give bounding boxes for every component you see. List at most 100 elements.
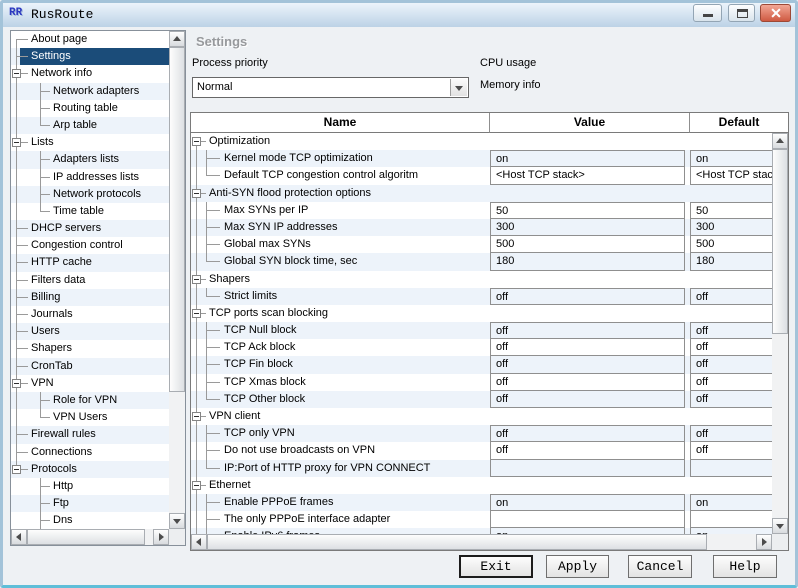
value-cell[interactable]: off bbox=[490, 322, 685, 339]
table-row[interactable]: Ethernet bbox=[191, 477, 788, 494]
column-header-name[interactable]: Name bbox=[191, 113, 490, 133]
tree-item[interactable]: VPN Users bbox=[11, 409, 169, 426]
tree-item[interactable]: IP addresses lists bbox=[11, 169, 169, 186]
table-row[interactable]: Max SYN IP addresses300300 bbox=[191, 219, 788, 236]
help-button[interactable]: Help bbox=[713, 555, 777, 578]
tree-item[interactable]: Connections bbox=[11, 444, 169, 461]
scroll-left-button[interactable] bbox=[191, 534, 207, 550]
tree-item[interactable]: Time table bbox=[11, 203, 169, 220]
tree-item[interactable]: Users bbox=[11, 323, 169, 340]
value-cell[interactable]: off bbox=[490, 442, 685, 459]
value-cell[interactable]: 300 bbox=[490, 219, 685, 236]
value-cell[interactable]: <Host TCP stack> bbox=[490, 167, 685, 184]
minimize-button[interactable] bbox=[693, 4, 722, 22]
table-row[interactable]: Shapers bbox=[191, 271, 788, 288]
table-row[interactable]: Global SYN block time, sec180180 bbox=[191, 253, 788, 270]
value-cell[interactable]: off bbox=[490, 288, 685, 305]
tree-item[interactable]: Shapers bbox=[11, 340, 169, 357]
table-row[interactable]: Do not use broadcasts on VPNoffoff bbox=[191, 442, 788, 459]
table-horizontal-scrollbar[interactable] bbox=[191, 534, 772, 550]
tree-item[interactable]: Http bbox=[11, 478, 169, 495]
tree-vertical-scrollbar[interactable] bbox=[169, 31, 185, 529]
scroll-right-button[interactable] bbox=[756, 534, 772, 550]
expand-minus-icon[interactable] bbox=[192, 481, 201, 490]
value-cell[interactable]: off bbox=[490, 356, 685, 373]
table-row[interactable]: TCP Ack blockoffoff bbox=[191, 339, 788, 356]
tree-item[interactable]: CronTab bbox=[11, 358, 169, 375]
value-cell[interactable]: off bbox=[490, 425, 685, 442]
tree-item[interactable]: Dns bbox=[11, 512, 169, 529]
table-row[interactable]: TCP Other blockoffoff bbox=[191, 391, 788, 408]
tree-item[interactable]: Network info bbox=[11, 65, 169, 82]
tree-item[interactable]: Role for VPN bbox=[11, 392, 169, 409]
tree-horizontal-scrollbar[interactable] bbox=[11, 529, 169, 545]
table-row[interactable]: TCP Null blockoffoff bbox=[191, 322, 788, 339]
scroll-down-button[interactable] bbox=[772, 518, 788, 534]
expand-minus-icon[interactable] bbox=[192, 189, 201, 198]
table-row[interactable]: Anti-SYN flood protection options bbox=[191, 185, 788, 202]
tree-item[interactable]: Congestion control bbox=[11, 237, 169, 254]
table-row[interactable]: TCP only VPNoffoff bbox=[191, 425, 788, 442]
tree-item[interactable]: DHCP servers bbox=[11, 220, 169, 237]
table-row[interactable]: TCP Xmas blockoffoff bbox=[191, 374, 788, 391]
value-cell[interactable] bbox=[490, 511, 685, 528]
table-row[interactable]: Global max SYNs500500 bbox=[191, 236, 788, 253]
table-row[interactable]: Kernel mode TCP optimizationonon bbox=[191, 150, 788, 167]
scroll-up-button[interactable] bbox=[772, 133, 788, 149]
value-cell[interactable]: off bbox=[490, 339, 685, 356]
table-row[interactable]: Enable PPPoE framesonon bbox=[191, 494, 788, 511]
tree-item[interactable]: Routing table bbox=[11, 100, 169, 117]
tree-item[interactable]: Network adapters bbox=[11, 83, 169, 100]
tree-item[interactable]: HTTP cache bbox=[11, 254, 169, 271]
table-row[interactable]: TCP Fin blockoffoff bbox=[191, 356, 788, 373]
expand-minus-icon[interactable] bbox=[192, 309, 201, 318]
table-row[interactable]: The only PPPoE interface adapter bbox=[191, 511, 788, 528]
tree-item[interactable]: Filters data bbox=[11, 272, 169, 289]
exit-button[interactable]: Exit bbox=[459, 555, 533, 578]
table-row[interactable]: Max SYNs per IP5050 bbox=[191, 202, 788, 219]
expand-minus-icon[interactable] bbox=[12, 138, 21, 147]
close-button[interactable] bbox=[760, 4, 791, 22]
combo-dropdown-button[interactable] bbox=[450, 79, 467, 96]
table-row[interactable]: VPN client bbox=[191, 408, 788, 425]
value-cell[interactable]: 50 bbox=[490, 202, 685, 219]
tree-item[interactable]: VPN bbox=[11, 375, 169, 392]
tree-item[interactable]: Lists bbox=[11, 134, 169, 151]
scroll-up-button[interactable] bbox=[169, 31, 185, 47]
process-priority-select[interactable]: Normal bbox=[192, 77, 469, 98]
scrollbar-thumb[interactable] bbox=[27, 529, 145, 545]
tree-item[interactable]: Network protocols bbox=[11, 186, 169, 203]
cancel-button[interactable]: Cancel bbox=[628, 555, 692, 578]
scroll-down-button[interactable] bbox=[169, 513, 185, 529]
expand-minus-icon[interactable] bbox=[12, 69, 21, 78]
value-cell[interactable] bbox=[490, 460, 685, 477]
scrollbar-thumb[interactable] bbox=[772, 149, 788, 334]
table-row[interactable]: Default TCP congestion control algoritm<… bbox=[191, 167, 788, 184]
tree-item[interactable]: Journals bbox=[11, 306, 169, 323]
expand-minus-icon[interactable] bbox=[192, 137, 201, 146]
expand-minus-icon[interactable] bbox=[192, 412, 201, 421]
tree-item[interactable]: Protocols bbox=[11, 461, 169, 478]
column-header-value[interactable]: Value bbox=[490, 113, 690, 133]
scroll-right-button[interactable] bbox=[153, 529, 169, 545]
table-row[interactable]: TCP ports scan blocking bbox=[191, 305, 788, 322]
tree-item[interactable]: Settings bbox=[11, 48, 169, 65]
expand-minus-icon[interactable] bbox=[12, 379, 21, 388]
column-header-default[interactable]: Default bbox=[690, 113, 788, 133]
scrollbar-thumb[interactable] bbox=[207, 534, 707, 550]
expand-minus-icon[interactable] bbox=[192, 275, 201, 284]
tree-item[interactable]: Ftp bbox=[11, 495, 169, 512]
table-vertical-scrollbar[interactable] bbox=[772, 133, 788, 534]
value-cell[interactable]: off bbox=[490, 391, 685, 408]
tree-item[interactable]: Adapters lists bbox=[11, 151, 169, 168]
value-cell[interactable]: on bbox=[490, 150, 685, 167]
table-row[interactable]: IP:Port of HTTP proxy for VPN CONNECT bbox=[191, 460, 788, 477]
expand-minus-icon[interactable] bbox=[12, 465, 21, 474]
table-row[interactable]: Optimization bbox=[191, 133, 788, 150]
value-cell[interactable]: 180 bbox=[490, 253, 685, 270]
apply-button[interactable]: Apply bbox=[546, 555, 609, 578]
value-cell[interactable]: off bbox=[490, 374, 685, 391]
tree-item[interactable]: About page bbox=[11, 31, 169, 48]
scrollbar-thumb[interactable] bbox=[169, 47, 185, 392]
value-cell[interactable]: on bbox=[490, 494, 685, 511]
